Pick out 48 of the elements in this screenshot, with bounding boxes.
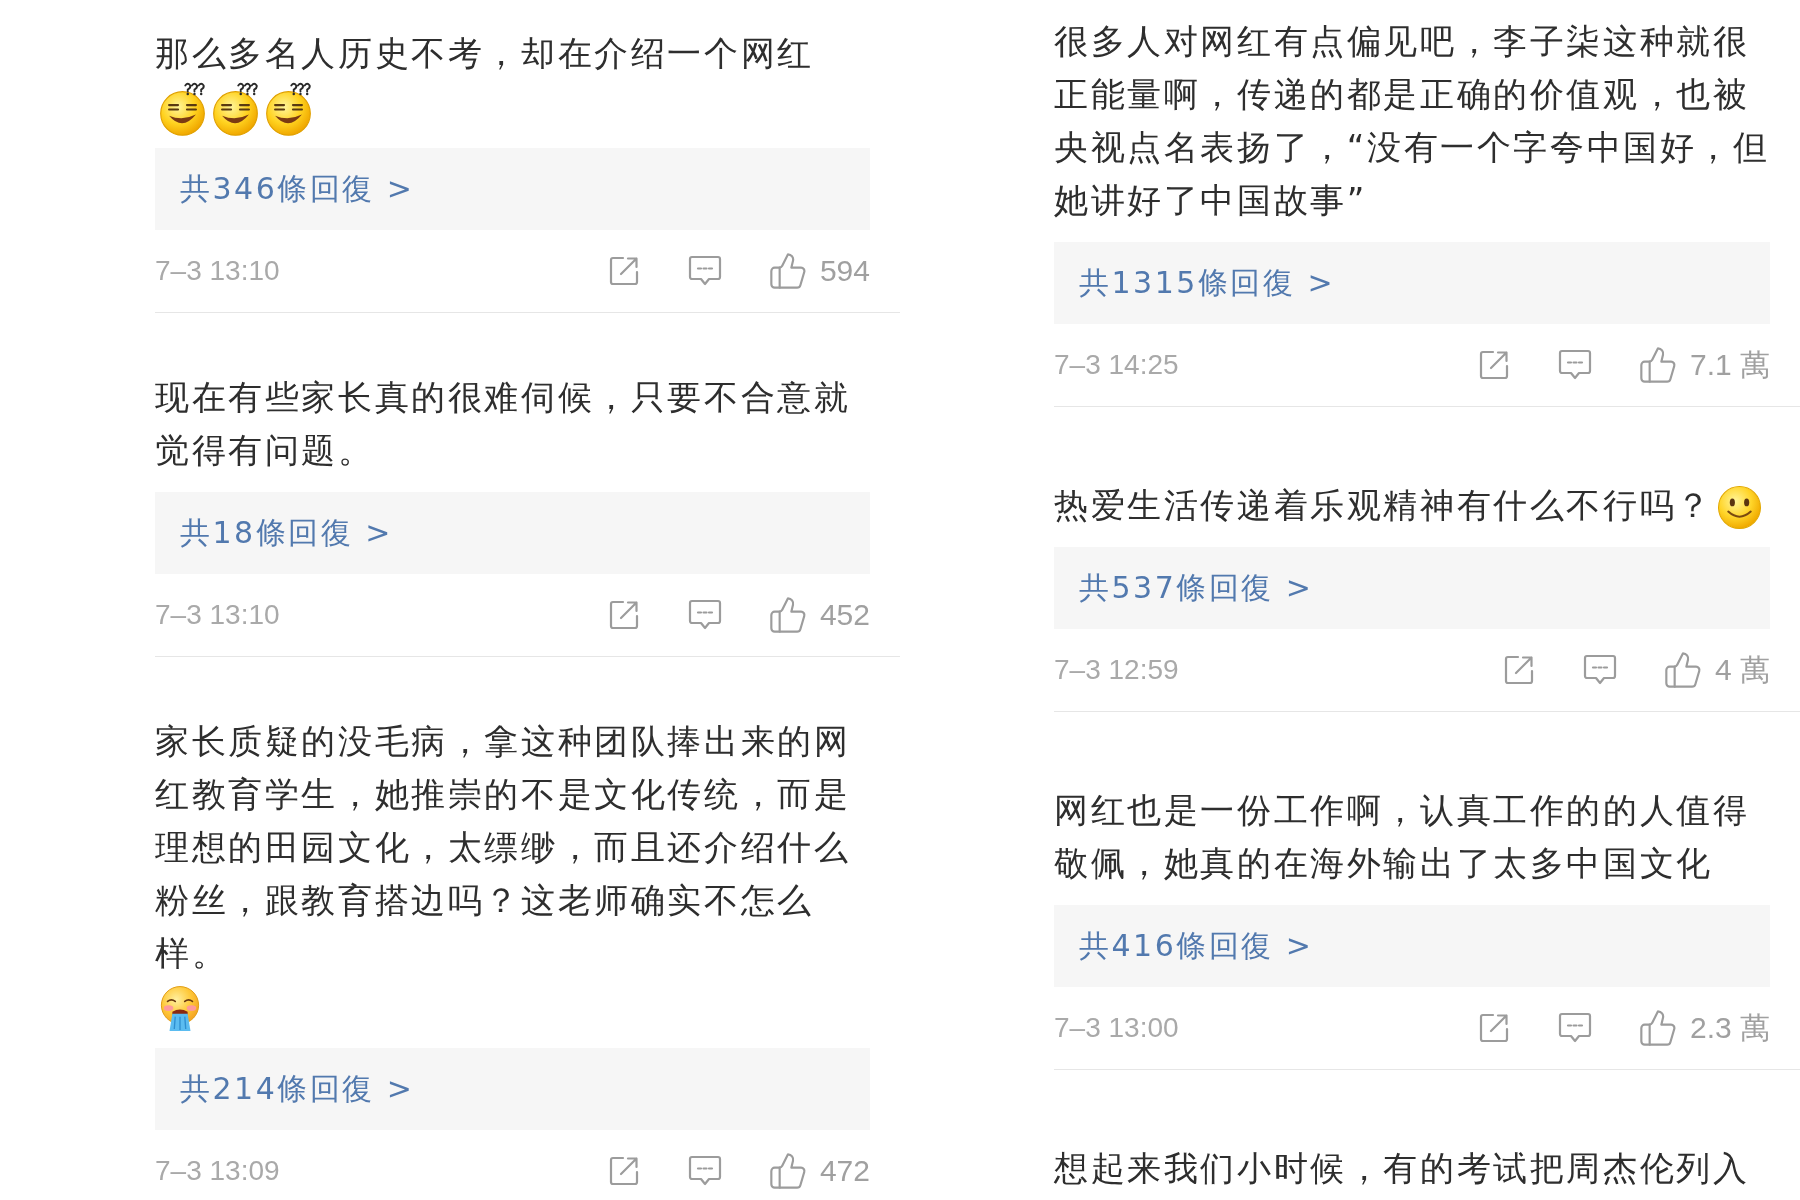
confused-face-icon	[212, 80, 259, 137]
confused-face-icon	[159, 80, 206, 137]
comment-text: 网红也是一份工作啊，认真工作的的人值得敬佩，她真的在海外输出了太多中国文化	[1054, 789, 1751, 885]
replies-link[interactable]: 共416條回復 >	[1054, 905, 1770, 987]
comment-icon[interactable]	[687, 255, 722, 287]
share-icon[interactable]	[607, 1155, 640, 1187]
like-count: 7.1 萬	[1689, 346, 1770, 383]
share-icon[interactable]	[607, 599, 640, 631]
share-icon[interactable]	[1502, 654, 1535, 686]
comment-text: 现在有些家长真的很难伺候，只要不合意就觉得有问题。	[155, 376, 852, 472]
comment-icon[interactable]	[1582, 654, 1617, 686]
thumbs-up-icon[interactable]	[1639, 347, 1676, 383]
comment-time: 7–3 12:59	[1054, 654, 1180, 686]
comment-text: 家长质疑的没毛病，拿这种团队捧出来的网红教育学生，她推崇的不是文化传统，而是理想的田园文化，太缥缈，而且还介绍什么粉丝，跟教育搭边吗？这老师确实不怎么样。	[155, 720, 852, 975]
share-icon[interactable]	[1477, 349, 1510, 381]
replies-link[interactable]: 共1315條回復 >	[1054, 242, 1770, 324]
confused-face-icon	[265, 80, 312, 137]
comment-icon[interactable]	[1557, 1012, 1592, 1044]
replies-link[interactable]: 共18條回復 >	[155, 492, 870, 574]
thumbs-up-icon[interactable]	[769, 1153, 806, 1189]
replies-link[interactable]: 共346條回復 >	[155, 148, 870, 230]
thumbs-up-icon[interactable]	[769, 253, 806, 289]
like-count: 2.3 萬	[1689, 1009, 1770, 1046]
smiling-face-icon	[1716, 485, 1762, 530]
replies-link[interactable]: 共537條回復 >	[1054, 547, 1770, 629]
comment-text: 那么多名人历史不考，却在介绍一个网红	[155, 32, 814, 75]
comment-text: 很多人对网红有点偏见吧，李子柒这种就很正能量啊，传递的都是正确的价值观，也被央视点名表扬了，“没有一个字夸中国好，但她讲好了中国故事”	[1054, 20, 1771, 222]
share-icon[interactable]	[607, 255, 640, 287]
comment-time: 7–3 13:00	[1054, 1012, 1180, 1044]
like-count: 594	[819, 254, 870, 288]
comment-icon[interactable]	[687, 599, 722, 631]
comment-text: 热爱生活传递着乐观精神有什么不行吗？	[1054, 484, 1713, 527]
thumbs-up-icon[interactable]	[769, 597, 806, 633]
comment-time: 7–3 13:09	[155, 1155, 281, 1187]
vomiting-face-icon	[159, 984, 201, 1033]
comment-time: 7–3 14:25	[1054, 349, 1180, 381]
comment-time: 7–3 13:10	[155, 255, 281, 287]
comment-time: 7–3 13:10	[155, 599, 281, 631]
comment-text: 想起来我们小时候，有的考试把周杰伦列入	[1054, 1147, 1750, 1190]
thumbs-up-icon[interactable]	[1664, 652, 1701, 688]
thumbs-up-icon[interactable]	[1639, 1010, 1676, 1046]
share-icon[interactable]	[1477, 1012, 1510, 1044]
replies-link[interactable]: 共214條回復 >	[155, 1048, 870, 1130]
comment-icon[interactable]	[687, 1155, 722, 1187]
comment-icon[interactable]	[1557, 349, 1592, 381]
like-count: 452	[819, 598, 870, 632]
like-count: 472	[819, 1154, 870, 1188]
like-count: 4 萬	[1714, 651, 1770, 688]
